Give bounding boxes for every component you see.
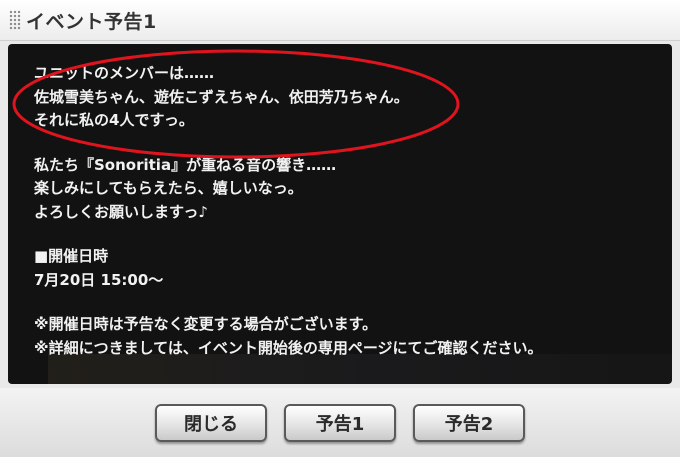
grip-icon	[9, 10, 21, 30]
message-line: 佐城雪美ちゃん、遊佐こずえちゃん、依田芳乃ちゃん。	[34, 87, 409, 106]
note-line: ※開催日時は予告なく変更する場合がございます。	[34, 315, 378, 333]
title-bar: イベント予告1	[0, 0, 680, 41]
window-title: イベント予告1	[26, 11, 157, 33]
schedule-heading: ■開催日時	[34, 247, 109, 265]
preview1-button[interactable]: 予告1	[284, 404, 396, 442]
message-panel: ユニットのメンバーは…… 佐城雪美ちゃん、遊佐こずえちゃん、依田芳乃ちゃん。 そ…	[8, 44, 672, 384]
message-line: 楽しみにしてもらえたら、嬉しいなっ。	[34, 179, 303, 197]
close-button[interactable]: 閉じる	[155, 404, 267, 442]
schedule-value: 7月20日 15:00〜	[34, 270, 164, 289]
note-line: ※詳細につきましては、イベント開始後の専用ページにてご確認ください。	[34, 338, 543, 357]
message-line: ユニットのメンバーは……	[34, 64, 215, 82]
message-text: ユニットのメンバーは…… 佐城雪美ちゃん、遊佐こずえちゃん、依田芳乃ちゃん。 そ…	[34, 62, 543, 360]
message-line: それに私の4人ですっ。	[34, 111, 194, 129]
message-line: 私たち『Sonoritia』が重ねる音の響き……	[34, 155, 337, 174]
preview2-button[interactable]: 予告2	[413, 404, 525, 442]
message-line: よろしくお願いしますっ♪	[34, 202, 208, 221]
